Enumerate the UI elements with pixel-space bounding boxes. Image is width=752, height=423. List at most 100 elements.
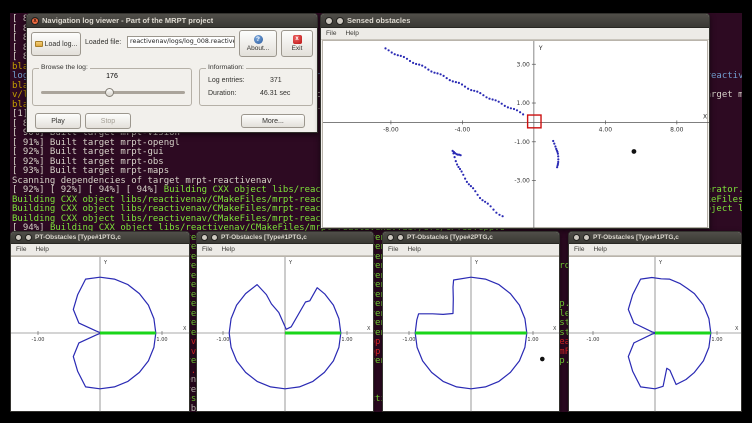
- tick-label: -3.00: [514, 178, 530, 185]
- y-axis-label: Y: [474, 260, 479, 266]
- exit-icon: x: [293, 35, 302, 44]
- pt-plot-canvas[interactable]: -1.00 1.00 X Y: [383, 256, 559, 411]
- x-axis-label: X: [553, 326, 557, 332]
- menu-item-file[interactable]: File: [574, 246, 584, 253]
- menubar: File Help: [569, 244, 741, 256]
- more-button[interactable]: More...: [241, 114, 305, 128]
- titlebar[interactable]: x Navigation log viewer - Part of the MR…: [27, 14, 317, 28]
- titlebar[interactable]: Sensed obstacles: [321, 14, 709, 28]
- titlebar[interactable]: PT-Obstacles [Type#1PTG,c: [11, 232, 189, 244]
- pt-obstacles-window: PT-Obstacles [Type#1PTG,c File Help -1.00 1.…: [10, 231, 190, 412]
- x-axis-label: X: [367, 326, 371, 332]
- tick-label: 1.00: [711, 337, 722, 343]
- pt-obstacles-window: PT-Obstacles [Type#1PTG,c File Help -1.001.…: [196, 231, 374, 412]
- y-axis-label: Y: [103, 260, 108, 266]
- play-button[interactable]: Play: [35, 113, 81, 129]
- menu-item-help[interactable]: Help: [345, 30, 358, 37]
- menubar: File Help: [383, 244, 559, 256]
- loaded-file-input[interactable]: reactivenav/logs/log_008.reactivenavlog: [127, 36, 235, 48]
- tick-label: -1.00: [403, 337, 416, 343]
- log-entries-value: 371: [270, 77, 282, 84]
- obstacle-points: [384, 47, 559, 217]
- x-axis-label: X: [735, 326, 739, 332]
- tick-label: -4.00: [455, 126, 471, 133]
- window-control-icon[interactable]: [397, 234, 404, 241]
- window-control-icon[interactable]: [336, 17, 344, 25]
- menubar: File Help: [321, 28, 709, 40]
- load-log-button[interactable]: Load log...: [31, 32, 81, 56]
- tick-label: 1.00: [527, 337, 538, 343]
- window-control-icon[interactable]: [201, 234, 208, 241]
- titlebar[interactable]: PT-Obstacles [Type#1PTG,c: [569, 232, 741, 244]
- tick-label: 1.00: [156, 337, 167, 343]
- menu-item-file[interactable]: File: [326, 30, 336, 37]
- window-control-icon[interactable]: [211, 234, 218, 241]
- menubar: File Help: [197, 244, 373, 256]
- menu-item-help[interactable]: Help: [35, 246, 48, 253]
- window-title: Sensed obstacles: [347, 16, 410, 25]
- obstacle-dot: [632, 149, 637, 154]
- window-title: Navigation log viewer - Part of the MRPT…: [42, 16, 213, 25]
- pt-plot-svg: -1.00 1.00 X Y: [383, 257, 559, 412]
- tick-label: -1.00: [217, 337, 230, 343]
- pt-obstacles-window: PT-Obstacles [Type#1PTG,c File Help -1.00 1.…: [568, 231, 742, 412]
- tick-label: 8.00: [670, 126, 684, 133]
- window-control-icon[interactable]: [25, 234, 32, 241]
- titlebar[interactable]: PT-Obstacles [Type#1PTG,c: [197, 232, 373, 244]
- tick-label: 3.00: [517, 61, 531, 68]
- window-control-icon[interactable]: [573, 234, 580, 241]
- pt-plot-canvas[interactable]: -1.001.00XY: [197, 256, 373, 411]
- window-control-icon[interactable]: [325, 17, 333, 25]
- pt-plot-svg: -1.001.00XY: [197, 257, 373, 412]
- exit-button[interactable]: x Exit: [281, 30, 313, 57]
- duration-label: Duration:: [208, 90, 236, 97]
- pt-plot-svg: -1.00 1.00 X Y: [11, 257, 189, 412]
- obstacle-dot: [540, 357, 545, 362]
- log-entries-label: Log entries:: [208, 77, 245, 84]
- y-axis-label: Y: [658, 260, 663, 266]
- pt-plot-svg: -1.00 1.00 X Y: [569, 257, 741, 412]
- info-group: Information: Log entries: 371 Duration: …: [199, 68, 313, 106]
- stop-button[interactable]: Stop: [85, 113, 131, 129]
- about-button[interactable]: ? About...: [239, 30, 277, 57]
- y-axis-label: Y: [538, 45, 543, 52]
- close-icon[interactable]: x: [31, 17, 39, 25]
- window-control-icon[interactable]: [583, 234, 590, 241]
- window-control-icon[interactable]: [15, 234, 22, 241]
- menu-item-help[interactable]: Help: [221, 246, 234, 253]
- pt-obstacles-window: PT-Obstacles [Type#2PTG,c File Help -1.00 1.…: [382, 231, 560, 412]
- window-title: PT-Obstacles [Type#1PTG,c: [221, 234, 307, 241]
- folder-icon: [35, 41, 43, 47]
- menu-item-file[interactable]: File: [388, 246, 398, 253]
- sensed-obstacles-window: Sensed obstacles File Help -8.00 -4.00 4.0…: [320, 13, 710, 229]
- window-title: PT-Obstacles [Type#1PTG,c: [593, 234, 679, 241]
- browse-group: Browse the log: 176: [32, 68, 192, 106]
- titlebar[interactable]: PT-Obstacles [Type#2PTG,c: [383, 232, 559, 244]
- info-icon: ?: [254, 35, 263, 44]
- slider-handle[interactable]: [105, 88, 114, 97]
- loaded-file-label: Loaded file:: [85, 39, 121, 46]
- tick-label: 4.00: [599, 126, 613, 133]
- tick-label: -1.00: [514, 139, 530, 146]
- browse-group-label: Browse the log:: [39, 64, 90, 71]
- menu-item-help[interactable]: Help: [593, 246, 606, 253]
- pt-plot-canvas[interactable]: -1.00 1.00 X Y: [569, 256, 741, 411]
- tick-label: -8.00: [383, 126, 399, 133]
- duration-value: 46.31 sec: [260, 90, 290, 97]
- pt-plot-canvas[interactable]: -1.00 1.00 X Y: [11, 256, 189, 411]
- tick-label: 1.00: [517, 100, 531, 107]
- menubar: File Help: [11, 244, 189, 256]
- sensed-plot-canvas[interactable]: -8.00-4.004.008.003.001.00-1.00-3.00XY: [322, 40, 708, 228]
- tick-label: -1.00: [587, 337, 600, 343]
- menu-item-file[interactable]: File: [202, 246, 212, 253]
- menu-item-help[interactable]: Help: [407, 246, 420, 253]
- window-title: PT-Obstacles [Type#1PTG,c: [35, 234, 121, 241]
- nav-log-viewer-window: x Navigation log viewer - Part of the MR…: [26, 13, 318, 133]
- window-title: PT-Obstacles [Type#2PTG,c: [407, 234, 493, 241]
- robot-footprint-rect: [528, 115, 541, 128]
- desktop: [ 83%] Built target mrpt-base[ 84%] Buil…: [0, 0, 752, 423]
- menu-item-file[interactable]: File: [16, 246, 26, 253]
- window-control-icon[interactable]: [387, 234, 394, 241]
- x-axis-label: X: [183, 326, 187, 332]
- tick-label: -1.00: [32, 337, 45, 343]
